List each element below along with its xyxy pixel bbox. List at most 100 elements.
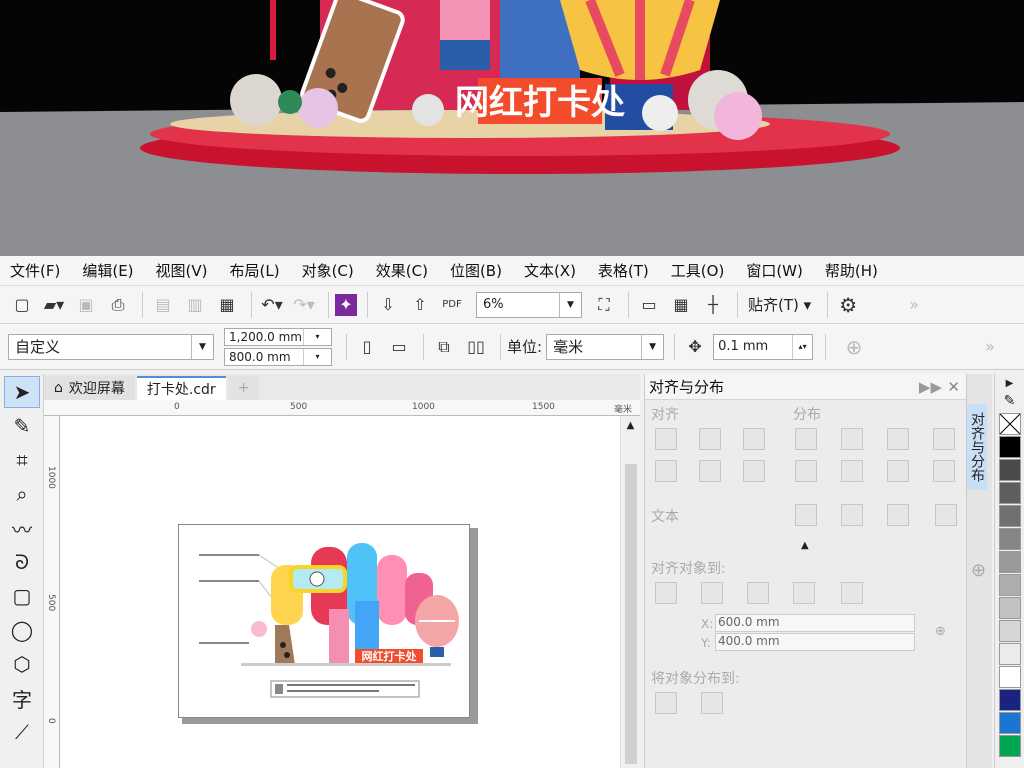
new-tab-plus-icon[interactable]: + bbox=[227, 376, 260, 400]
pdf-export-icon[interactable]: PDF bbox=[438, 291, 466, 319]
spinner-icon[interactable]: ▾ bbox=[303, 348, 331, 365]
align-center-h-icon[interactable] bbox=[699, 428, 721, 450]
new-document-icon[interactable]: ▢ bbox=[8, 291, 36, 319]
color-swatch[interactable] bbox=[999, 666, 1021, 688]
all-pages-icon[interactable]: ⧉ bbox=[430, 333, 458, 361]
redo-icon[interactable]: ↷▾ bbox=[290, 291, 318, 319]
x-coordinate-field[interactable]: 600.0 mm bbox=[715, 614, 915, 632]
horizontal-ruler[interactable]: 0 500 1000 1500 毫米 bbox=[44, 400, 640, 416]
align-top-icon[interactable] bbox=[655, 460, 677, 482]
color-swatch[interactable] bbox=[999, 551, 1021, 573]
color-swatch[interactable] bbox=[999, 574, 1021, 596]
propbar-overflow-icon[interactable]: » bbox=[976, 333, 1004, 361]
shape-tool-icon[interactable]: ✎ bbox=[4, 410, 40, 442]
distribute-to-page-icon[interactable] bbox=[701, 692, 723, 714]
distribute-center-h-icon[interactable] bbox=[841, 428, 863, 450]
color-swatch[interactable] bbox=[999, 528, 1021, 550]
distribute-center-v-icon[interactable] bbox=[841, 460, 863, 482]
drawing-page[interactable]: 网红打卡处 bbox=[178, 524, 470, 718]
zoom-level-select[interactable]: 6% ▼ bbox=[476, 291, 582, 318]
menu-effects[interactable]: 效果(C) bbox=[376, 260, 428, 281]
print-icon[interactable]: ⎙ bbox=[104, 291, 132, 319]
artistic-media-icon[interactable]: ᘐ bbox=[4, 546, 40, 578]
tab-welcome-screen[interactable]: ⌂ 欢迎屏幕 bbox=[44, 376, 135, 400]
scrollbar-thumb[interactable] bbox=[625, 464, 637, 764]
color-swatch[interactable] bbox=[999, 689, 1021, 711]
eyedropper-icon[interactable]: ✎ bbox=[995, 393, 1024, 409]
cut-icon[interactable]: ▤ bbox=[149, 291, 177, 319]
polygon-tool-icon[interactable]: ⬡ bbox=[4, 648, 40, 680]
import-icon[interactable]: ⇩ bbox=[374, 291, 402, 319]
color-swatch[interactable] bbox=[999, 712, 1021, 734]
page-height-field[interactable]: 800.0 mm ▾ bbox=[224, 347, 332, 366]
color-swatch[interactable] bbox=[999, 436, 1021, 458]
color-swatch[interactable] bbox=[999, 735, 1021, 757]
align-to-point-icon[interactable] bbox=[841, 582, 863, 604]
options-gear-icon[interactable]: ⚙ bbox=[834, 291, 862, 319]
show-rulers-icon[interactable]: ▭ bbox=[635, 291, 663, 319]
distribute-to-selection-icon[interactable] bbox=[655, 692, 677, 714]
page-size-preset-select[interactable]: 自定义 ▼ bbox=[8, 333, 214, 360]
parallel-dimension-icon[interactable]: ⟋ bbox=[4, 716, 40, 748]
page-width-field[interactable]: 1,200.0 mm ▾ bbox=[224, 327, 332, 346]
spinner-icon[interactable]: ▾ bbox=[303, 328, 331, 345]
menu-edit[interactable]: 编辑(E) bbox=[82, 260, 133, 281]
menu-object[interactable]: 对象(C) bbox=[302, 260, 354, 281]
palette-scroll-up-icon[interactable]: ▶ bbox=[995, 378, 1024, 389]
snap-to-dropdown[interactable]: 贴齐(T) ▾ bbox=[748, 294, 811, 315]
menu-help[interactable]: 帮助(H) bbox=[825, 260, 878, 281]
spinner-icon[interactable]: ▴▾ bbox=[792, 334, 812, 359]
align-to-active-object-icon[interactable] bbox=[655, 582, 677, 604]
units-select[interactable]: 毫米 ▼ bbox=[546, 333, 665, 360]
show-guidelines-icon[interactable]: ┼ bbox=[699, 291, 727, 319]
menu-file[interactable]: 文件(F) bbox=[10, 260, 60, 281]
docker-side-tab[interactable]: 对齐与分布 ⊕ bbox=[966, 374, 992, 768]
text-outline-icon[interactable] bbox=[935, 504, 957, 526]
no-color-swatch[interactable] bbox=[999, 413, 1021, 435]
distribute-spacing-h-icon[interactable] bbox=[933, 428, 955, 450]
artwork-thumbnail[interactable]: 网红打卡处 bbox=[179, 525, 471, 719]
vertical-scrollbar[interactable]: ▲ bbox=[620, 416, 640, 768]
color-swatch[interactable] bbox=[999, 643, 1021, 665]
show-grid-icon[interactable]: ▦ bbox=[667, 291, 695, 319]
vertical-ruler[interactable]: 1000 500 0 bbox=[44, 416, 60, 768]
align-bottom-icon[interactable] bbox=[743, 460, 765, 482]
align-left-icon[interactable] bbox=[655, 428, 677, 450]
menu-layout[interactable]: 布局(L) bbox=[230, 260, 280, 281]
menu-text[interactable]: 文本(X) bbox=[524, 260, 576, 281]
align-center-v-icon[interactable] bbox=[699, 460, 721, 482]
menu-view[interactable]: 视图(V) bbox=[156, 260, 208, 281]
collapse-arrow-icon[interactable]: ▲ bbox=[801, 540, 809, 551]
pick-point-icon[interactable]: ⊕ bbox=[935, 624, 946, 639]
export-icon[interactable]: ⇧ bbox=[406, 291, 434, 319]
scroll-up-arrow-icon[interactable]: ▲ bbox=[621, 420, 640, 431]
color-swatch[interactable] bbox=[999, 482, 1021, 504]
distribute-spacing-v-icon[interactable] bbox=[933, 460, 955, 482]
zoom-tool-icon[interactable]: ⌕ bbox=[4, 478, 40, 510]
menu-table[interactable]: 表格(T) bbox=[598, 260, 649, 281]
add-icon[interactable]: ⊕ bbox=[840, 333, 868, 361]
docker-expand-icon[interactable]: ▶▶ bbox=[919, 378, 942, 396]
toolbar-overflow-icon[interactable]: » bbox=[900, 291, 928, 319]
text-last-baseline-icon[interactable] bbox=[841, 504, 863, 526]
menu-tools[interactable]: 工具(O) bbox=[671, 260, 725, 281]
text-tool-icon[interactable]: 字 bbox=[4, 682, 40, 714]
open-folder-icon[interactable]: ▰▾ bbox=[40, 291, 68, 319]
crop-tool-icon[interactable]: ⌗ bbox=[4, 444, 40, 476]
add-docker-icon[interactable]: ⊕ bbox=[971, 560, 986, 581]
y-coordinate-field[interactable]: 400.0 mm bbox=[715, 633, 915, 651]
align-to-page-edge-icon[interactable] bbox=[701, 582, 723, 604]
color-swatch[interactable] bbox=[999, 459, 1021, 481]
pick-tool-icon[interactable]: ➤ bbox=[4, 376, 40, 408]
full-screen-icon[interactable]: ⛶ bbox=[590, 291, 618, 319]
ellipse-tool-icon[interactable]: ◯ bbox=[4, 614, 40, 646]
nudge-distance-field[interactable]: 0.1 mm ▴▾ bbox=[713, 333, 814, 360]
paste-icon[interactable]: ▦ bbox=[213, 291, 241, 319]
color-swatch[interactable] bbox=[999, 597, 1021, 619]
corel-connect-icon[interactable]: ✦ bbox=[335, 293, 357, 316]
landscape-icon[interactable]: ▭ bbox=[385, 333, 413, 361]
drawing-canvas[interactable]: 网红打卡处 bbox=[60, 416, 620, 768]
freehand-tool-icon[interactable]: 〰 bbox=[4, 512, 40, 544]
tab-document[interactable]: 打卡处.cdr bbox=[136, 376, 226, 400]
rectangle-tool-icon[interactable]: ▢ bbox=[4, 580, 40, 612]
